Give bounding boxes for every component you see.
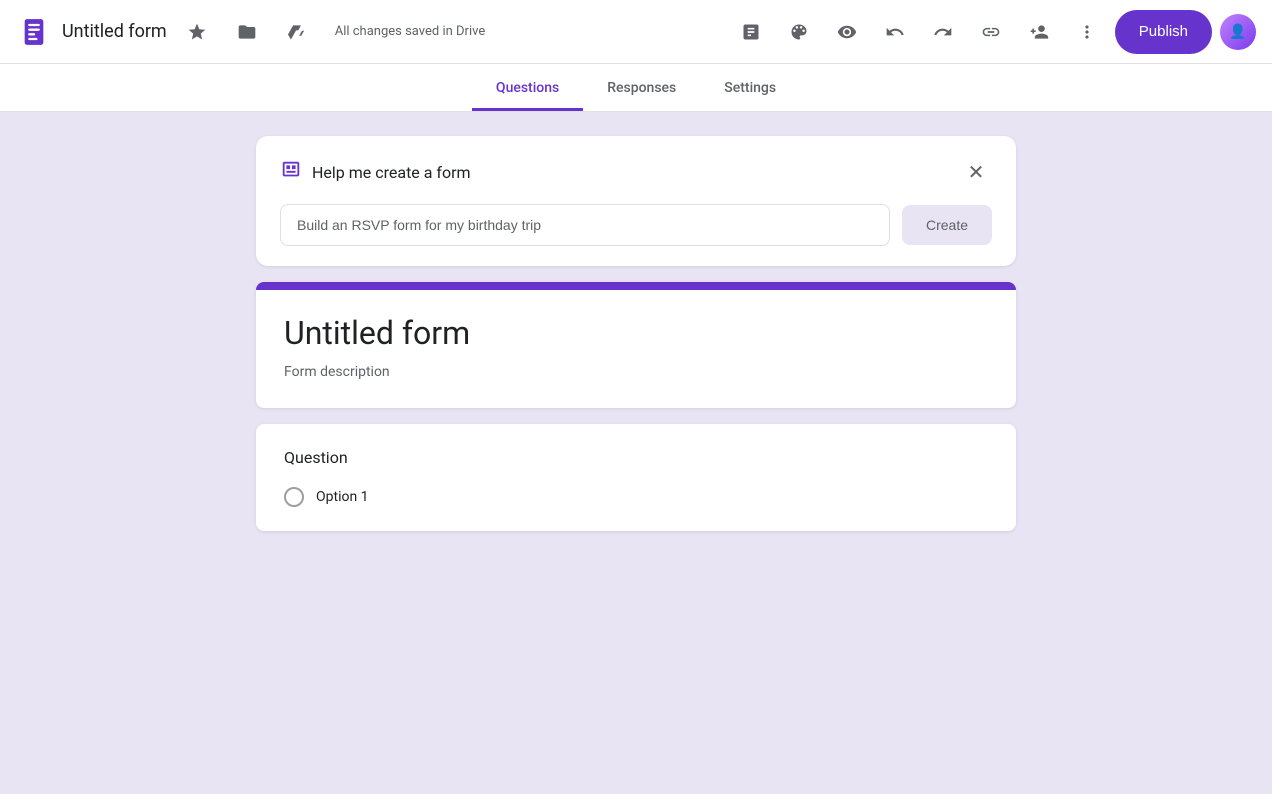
ai-card-title: Help me create a form [280, 159, 471, 186]
undo-icon [885, 22, 905, 42]
form-header-content: Untitled form Form description [256, 290, 1016, 408]
topbar-right: Publish 👤 [731, 10, 1256, 54]
redo-button[interactable] [923, 12, 963, 52]
create-button[interactable]: Create [902, 205, 992, 245]
question-card: Question Option 1 [256, 424, 1016, 531]
ai-card-header: Help me create a form ✕ [280, 156, 992, 188]
form-header-card: Untitled form Form description [256, 282, 1016, 408]
main-content: Help me create a form ✕ Create Untitled … [0, 112, 1272, 794]
avatar[interactable]: 👤 [1220, 14, 1256, 50]
palette-button[interactable] [779, 12, 819, 52]
option1-label: Option 1 [316, 489, 369, 505]
avatar-image: 👤 [1220, 14, 1256, 50]
ai-prompt-input[interactable] [280, 204, 890, 246]
ai-close-button[interactable]: ✕ [960, 156, 992, 188]
preview-icon [837, 22, 857, 42]
ai-icon [280, 159, 302, 186]
publish-button[interactable]: Publish [1115, 10, 1212, 54]
ai-input-row: Create [280, 204, 992, 246]
save-status: All changes saved in Drive [335, 24, 486, 39]
form-title: Untitled form [62, 21, 167, 42]
close-icon: ✕ [968, 160, 985, 185]
tab-questions[interactable]: Questions [472, 68, 583, 111]
add-collaborator-button[interactable] [1019, 12, 1059, 52]
option-row: Option 1 [284, 487, 988, 507]
more-icon [1077, 22, 1097, 42]
topbar-left: Untitled form All changes saved in Drive [16, 12, 731, 52]
link-button[interactable] [971, 12, 1011, 52]
star-icon [187, 22, 207, 42]
ai-card-title-text: Help me create a form [312, 163, 471, 182]
add-question-icon [741, 22, 761, 42]
more-options-button[interactable] [1067, 12, 1107, 52]
add-collaborator-icon [1029, 22, 1049, 42]
tabs-bar: Questions Responses Settings [0, 64, 1272, 112]
form-description-field[interactable]: Form description [284, 364, 988, 380]
undo-button[interactable] [875, 12, 915, 52]
google-drive-button[interactable] [277, 12, 317, 52]
redo-icon [933, 22, 953, 42]
tab-settings[interactable]: Settings [700, 68, 800, 111]
topbar: Untitled form All changes saved in Drive [0, 0, 1272, 64]
ai-card: Help me create a form ✕ Create [256, 136, 1016, 266]
radio-option1[interactable] [284, 487, 304, 507]
add-question-button[interactable] [731, 12, 771, 52]
question-label[interactable]: Question [284, 448, 988, 467]
preview-button[interactable] [827, 12, 867, 52]
palette-icon [789, 22, 809, 42]
tab-responses[interactable]: Responses [583, 68, 700, 111]
link-icon [981, 22, 1001, 42]
star-button[interactable] [177, 12, 217, 52]
form-title-field[interactable]: Untitled form [284, 314, 988, 352]
move-to-folder-button[interactable] [227, 12, 267, 52]
drive-icon [287, 22, 307, 42]
app-icon [16, 14, 52, 50]
folder-icon [237, 22, 257, 42]
